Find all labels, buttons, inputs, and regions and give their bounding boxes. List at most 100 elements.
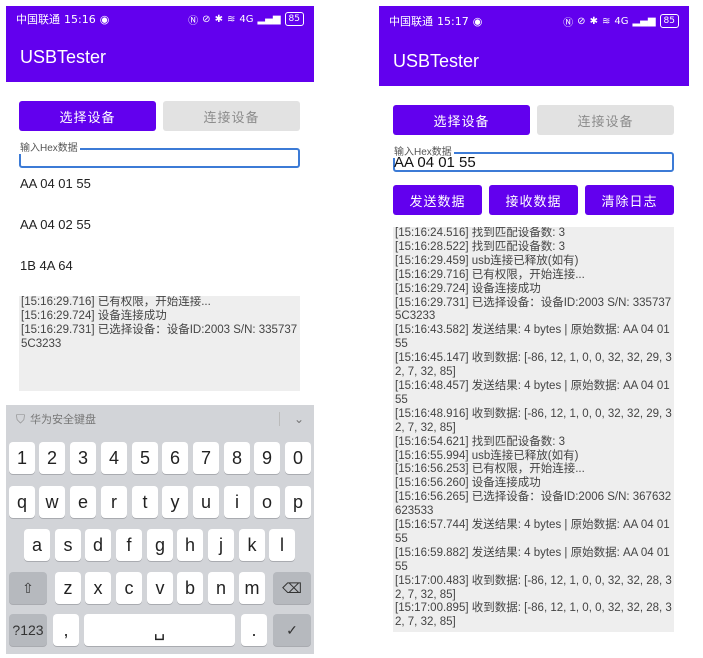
log-line: [15:16:48.916] 收到数据: [-86, 12, 1, 0, 0, … <box>395 407 672 434</box>
log-line: [15:16:56.265] 已选择设备：设备ID:2006 S/N: 3676… <box>395 491 672 518</box>
log-area[interactable]: [15:16:24.516] 找到匹配设备数: 3 [15:16:28.522]… <box>393 227 674 632</box>
log-line: [15:16:55.994] usb连接已释放(如有) <box>395 449 579 462</box>
chevron-down-icon[interactable]: ⌄ <box>278 412 304 426</box>
app-title: USBTester <box>20 46 107 67</box>
log-line: [15:16:29.459] usb连接已释放(如有) <box>395 254 579 267</box>
key-t[interactable]: t <box>132 486 158 518</box>
key-a[interactable]: a <box>24 529 50 561</box>
hex-input-label: 输入Hex数据 <box>18 143 80 154</box>
vibrate-icon: ⊘ <box>577 15 586 27</box>
log-line: [15:16:28.522] 找到匹配设备数: 3 <box>395 240 566 253</box>
key-1[interactable]: 1 <box>9 442 35 474</box>
key-y[interactable]: y <box>162 486 188 518</box>
key-d[interactable]: d <box>85 529 111 561</box>
key-5[interactable]: 5 <box>132 442 158 474</box>
key-7[interactable]: 7 <box>193 442 219 474</box>
log-line: [15:16:29.731] 已选择设备：设备ID:2003 S/N: 3357… <box>395 296 672 323</box>
shift-key[interactable]: ⇧ <box>9 572 47 604</box>
connect-device-button[interactable]: 连接设备 <box>537 105 674 135</box>
network-type: 4G <box>614 15 629 27</box>
key-s[interactable]: s <box>55 529 81 561</box>
clear-log-button[interactable]: 清除日志 <box>585 185 674 215</box>
key-h[interactable]: h <box>177 529 203 561</box>
key-4[interactable]: 4 <box>101 442 127 474</box>
dropdown-option[interactable]: AA 04 02 55 <box>20 217 91 232</box>
key-6[interactable]: 6 <box>162 442 188 474</box>
log-line: [15:17:00.895] 收到数据: [-86, 12, 1, 0, 0, … <box>395 602 672 629</box>
space-key[interactable]: ␣ <box>84 614 235 646</box>
log-line: [15:16:54.621] 找到匹配设备数: 3 <box>395 435 566 448</box>
key-m[interactable]: m <box>239 572 265 604</box>
log-line: [15:16:57.744] 发送结果: 4 bytes | 原始数据: AA … <box>395 519 670 545</box>
period-key[interactable]: . <box>241 614 267 646</box>
key-p[interactable]: p <box>285 486 311 518</box>
right-phone-screen: 中国联通 15:17 ◉ Ⓝ ⊘ ✱ ≋ 4G ▂▄▆ 85 USBTester… <box>379 6 689 654</box>
log-line: [15:16:45.147] 收到数据: [-86, 12, 1, 0, 0, … <box>395 352 672 379</box>
key-q[interactable]: q <box>9 486 35 518</box>
backspace-key[interactable]: ⌫ <box>273 572 311 604</box>
signal-icon: ▂▄▆ <box>257 13 281 25</box>
hex-suggestion-dropdown: AA 04 01 55 AA 04 02 55 1B 4A 64 <box>6 168 314 296</box>
log-line: [15:16:43.582] 发送结果: 4 bytes | 原始数据: AA … <box>395 324 670 351</box>
key-x[interactable]: x <box>85 572 111 604</box>
left-phone-screen: 中国联通 15:16 ◉ Ⓝ ⊘ ✱ ≋ 4G ▂▄▆ 85 USBTester… <box>6 6 314 654</box>
key-n[interactable]: n <box>208 572 234 604</box>
log-line: [15:16:59.882] 发送结果: 4 bytes | 原始数据: AA … <box>395 546 670 573</box>
log-line: [15:16:29.724] 设备连接成功 <box>21 309 167 322</box>
key-0[interactable]: 0 <box>285 442 311 474</box>
key-k[interactable]: k <box>239 529 265 561</box>
network-type: 4G <box>239 13 254 25</box>
bluetooth-icon: ✱ <box>214 13 223 25</box>
log-line: [15:16:29.724] 设备连接成功 <box>395 282 541 295</box>
key-b[interactable]: b <box>177 572 203 604</box>
vibrate-icon: ⊘ <box>202 13 211 25</box>
key-8[interactable]: 8 <box>224 442 250 474</box>
log-area[interactable]: [15:16:29.716] 已有权限，开始连接... [15:16:29.72… <box>19 296 300 391</box>
confirm-key[interactable]: ✓ <box>273 614 311 646</box>
key-v[interactable]: v <box>147 572 173 604</box>
key-e[interactable]: e <box>70 486 96 518</box>
key-g[interactable]: g <box>147 529 173 561</box>
dropdown-option[interactable]: AA 04 01 55 <box>20 176 91 191</box>
symbols-key[interactable]: ?123 <box>9 614 47 646</box>
nfc-icon: Ⓝ <box>563 17 574 29</box>
log-line: [15:17:00.483] 收到数据: [-86, 12, 1, 0, 0, … <box>395 574 672 601</box>
key-u[interactable]: u <box>193 486 219 518</box>
key-o[interactable]: o <box>254 486 280 518</box>
app-title: USBTester <box>393 50 480 71</box>
key-2[interactable]: 2 <box>39 442 65 474</box>
status-time: 15:17 <box>437 14 469 28</box>
battery-icon: 85 <box>659 14 679 28</box>
log-line: [15:16:56.260] 设备连接成功 <box>395 477 541 490</box>
key-i[interactable]: i <box>224 486 250 518</box>
log-line: [15:16:24.516] 找到匹配设备数: 3 <box>395 227 566 239</box>
send-data-button[interactable]: 发送数据 <box>393 185 482 215</box>
select-device-button[interactable]: 选择设备 <box>19 101 156 131</box>
wifi-icon: ≋ <box>226 13 236 25</box>
receive-data-button[interactable]: 接收数据 <box>489 185 578 215</box>
dropdown-option[interactable]: 1B 4A 64 <box>20 258 73 273</box>
log-line: [15:16:56.253] 已有权限，开始连接... <box>395 463 585 476</box>
key-9[interactable]: 9 <box>254 442 280 474</box>
keyboard-brand: 华为安全键盘 <box>30 413 97 426</box>
key-f[interactable]: f <box>116 529 142 561</box>
key-l[interactable]: l <box>269 529 295 561</box>
eye-icon: ◉ <box>99 12 110 26</box>
select-device-button[interactable]: 选择设备 <box>393 105 530 135</box>
key-w[interactable]: w <box>39 486 65 518</box>
key-z[interactable]: z <box>55 572 81 604</box>
shield-icon: ⛉ <box>16 411 26 426</box>
connect-device-button[interactable]: 连接设备 <box>163 101 300 131</box>
key-j[interactable]: j <box>208 529 234 561</box>
battery-icon: 85 <box>284 12 304 26</box>
app-bar: USBTester <box>6 32 314 82</box>
key-3[interactable]: 3 <box>70 442 96 474</box>
status-bar: 中国联通 15:16 ◉ Ⓝ ⊘ ✱ ≋ 4G ▂▄▆ 85 <box>6 6 314 32</box>
eye-icon: ◉ <box>472 14 483 28</box>
log-line: [15:16:29.716] 已有权限，开始连接... <box>21 296 211 308</box>
key-c[interactable]: c <box>116 572 142 604</box>
comma-key[interactable]: , <box>53 614 79 646</box>
key-r[interactable]: r <box>101 486 127 518</box>
log-line: [15:16:29.731] 已选择设备：设备ID:2003 S/N: 3357… <box>21 323 298 350</box>
log-line: [15:16:29.716] 已有权限，开始连接... <box>395 268 585 281</box>
